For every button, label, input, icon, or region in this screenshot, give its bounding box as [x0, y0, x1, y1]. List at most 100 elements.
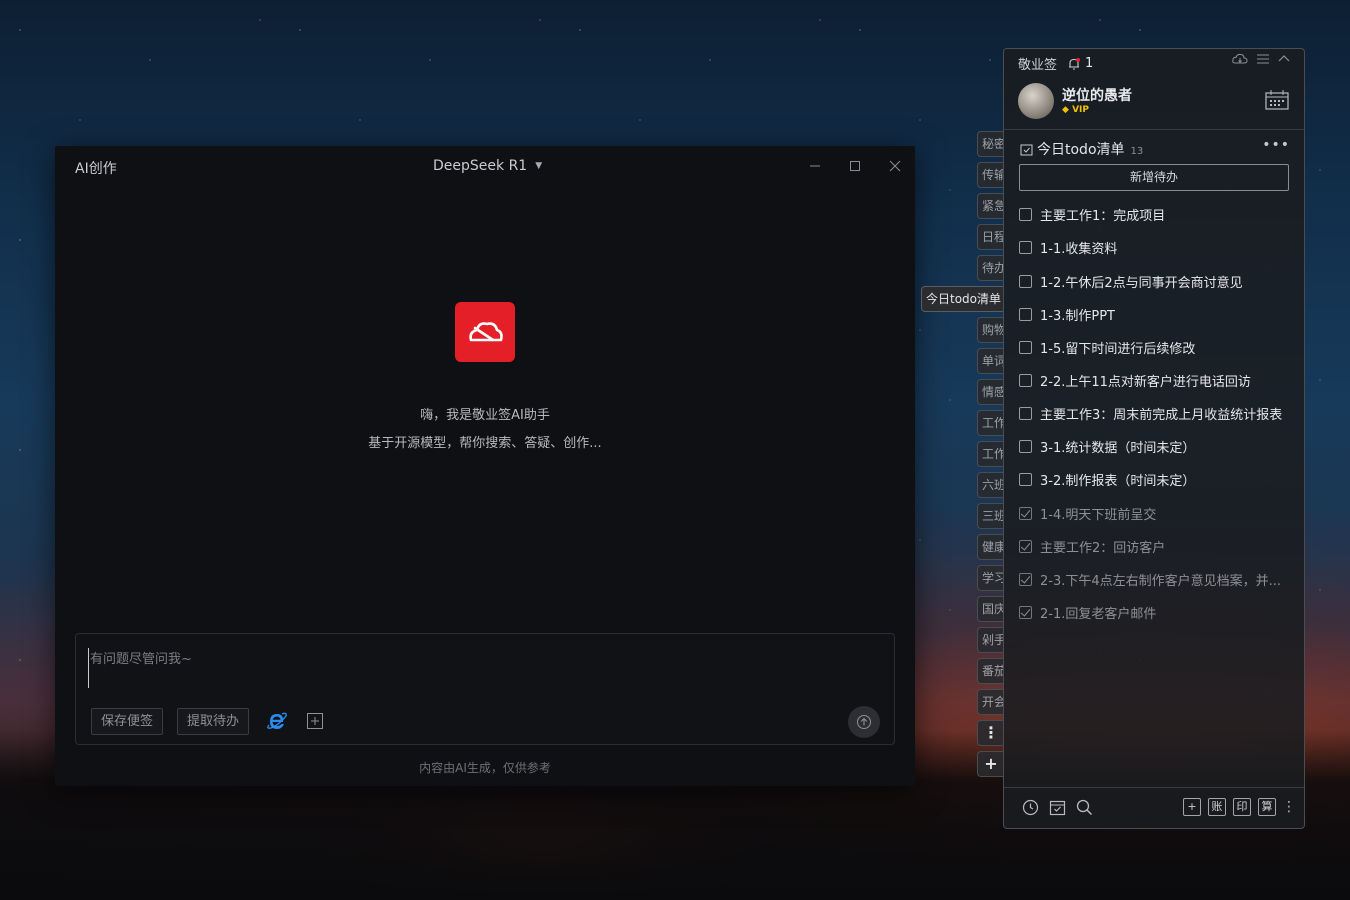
internet-explorer-icon: [267, 712, 287, 729]
todo-item-done[interactable]: 2-3.下午4点左右制作客户意见档案，并...: [1019, 570, 1281, 589]
todo-item[interactable]: 3-2.制作报表（时间未定）: [1019, 470, 1195, 489]
todo-item[interactable]: 2-2.上午11点对新客户进行电话回访: [1019, 371, 1251, 390]
todo-checkbox[interactable]: [1019, 308, 1032, 321]
search-button[interactable]: [1076, 797, 1093, 817]
category-tab[interactable]: 情感: [977, 379, 1004, 405]
todo-item[interactable]: 1-5.留下时间进行后续修改: [1019, 338, 1195, 357]
more-tools-button[interactable]: ⋮: [1282, 797, 1296, 817]
todo-checkbox[interactable]: [1019, 440, 1032, 453]
todo-item[interactable]: 1-2.午休后2点与同事开会商讨意见: [1019, 272, 1243, 291]
category-tab[interactable]: 单词: [977, 348, 1004, 374]
reminder-count: 1: [1085, 56, 1094, 71]
todo-checkbox-checked[interactable]: [1019, 540, 1032, 553]
add-todo-button[interactable]: 新增待办: [1019, 164, 1289, 191]
horizontal-dots-icon: •••: [1262, 137, 1290, 153]
category-tab[interactable]: 三班: [977, 503, 1004, 529]
todo-checkbox-checked[interactable]: [1019, 606, 1032, 619]
todo-checkbox[interactable]: [1019, 374, 1032, 387]
todo-item[interactable]: 1-3.制作PPT: [1019, 305, 1115, 324]
todo-text: 1-3.制作PPT: [1040, 309, 1115, 324]
todo-checkbox[interactable]: [1019, 275, 1032, 288]
category-tab[interactable]: 国庆: [977, 596, 1004, 622]
category-tab[interactable]: 健康: [977, 534, 1004, 560]
add-category-button[interactable]: +: [977, 751, 1004, 777]
category-tab[interactable]: 番茄: [977, 658, 1004, 684]
category-tab[interactable]: 秘密: [977, 131, 1004, 157]
category-tab-active[interactable]: 今日todo清单: [921, 286, 1004, 312]
extract-todo-button[interactable]: 提取待办: [177, 708, 250, 735]
prompt-input-box: 保存便签 提取待办: [75, 633, 895, 745]
category-tab[interactable]: 学习: [977, 565, 1004, 591]
done-list-button[interactable]: [1049, 797, 1066, 817]
calendar-check-icon: [1049, 800, 1066, 815]
more-tabs-button[interactable]: ⋮: [977, 720, 1004, 746]
category-tab[interactable]: 剁手: [977, 627, 1004, 653]
todo-text: 1-2.午休后2点与同事开会商讨意见: [1040, 276, 1243, 291]
category-tab[interactable]: 待办: [977, 255, 1004, 281]
maximize-button[interactable]: [841, 154, 869, 178]
bell-icon[interactable]: [1067, 57, 1081, 71]
add-attachment-button[interactable]: [304, 710, 326, 732]
category-tab[interactable]: 工作: [977, 441, 1004, 467]
arrow-up-icon: [857, 715, 871, 729]
panel-controls: [1232, 53, 1290, 65]
plus-box-icon: +: [1183, 798, 1201, 816]
todo-checkbox[interactable]: [1019, 208, 1032, 221]
todo-checkbox-checked[interactable]: [1019, 573, 1032, 586]
category-tab[interactable]: 传输: [977, 162, 1004, 188]
collapse-chevron-icon[interactable]: [1278, 53, 1290, 65]
calendar-button[interactable]: [1264, 89, 1290, 115]
list-more-button[interactable]: •••: [1262, 137, 1290, 153]
todo-text: 主要工作2：回访客户: [1040, 541, 1166, 556]
category-tab[interactable]: 开会: [977, 689, 1004, 715]
send-button[interactable]: [848, 706, 880, 738]
category-tab[interactable]: 日程: [977, 224, 1004, 250]
todo-text: 2-3.下午4点左右制作客户意见档案，并...: [1040, 574, 1282, 589]
ledger-button[interactable]: 账: [1208, 797, 1226, 817]
prompt-input[interactable]: [88, 648, 878, 688]
web-search-button[interactable]: [266, 710, 288, 732]
save-note-button[interactable]: 保存便签: [91, 708, 164, 735]
header-divider: [1004, 129, 1304, 130]
todo-item-done[interactable]: 主要工作2：回访客户: [1019, 537, 1165, 556]
todo-checkbox-checked[interactable]: [1019, 507, 1032, 520]
print-button[interactable]: 印: [1233, 797, 1251, 817]
todo-item[interactable]: 1-1.收集资料: [1019, 238, 1117, 257]
todo-checkbox[interactable]: [1019, 473, 1032, 486]
todo-item[interactable]: 主要工作3：周末前完成上月收益统计报表: [1019, 404, 1282, 423]
todo-text: 1-1.收集资料: [1040, 242, 1118, 257]
assistant-subtitle: 基于开源模型，帮你搜索、答疑、创作...: [368, 436, 602, 451]
list-title: 今日todo清单: [1037, 142, 1125, 158]
history-button[interactable]: [1022, 797, 1039, 817]
category-tab[interactable]: 工作: [977, 410, 1004, 436]
todo-checkbox[interactable]: [1019, 241, 1032, 254]
panel-header: 敬业签 1: [1018, 54, 1093, 73]
todo-text: 3-1.统计数据（时间未定）: [1040, 441, 1196, 456]
calculator-button[interactable]: 算: [1258, 797, 1276, 817]
todo-checkbox[interactable]: [1019, 341, 1032, 354]
app-logo: [455, 302, 515, 362]
checklist-icon: [1020, 144, 1033, 155]
category-tab[interactable]: 六班: [977, 472, 1004, 498]
clock-icon: [1022, 799, 1039, 815]
vip-label: VIP: [1072, 105, 1089, 115]
todo-checkbox[interactable]: [1019, 407, 1032, 420]
todo-item-done[interactable]: 2-1.回复老客户邮件: [1019, 603, 1156, 622]
todo-text: 2-2.上午11点对新客户进行电话回访: [1040, 375, 1251, 390]
todo-item[interactable]: 3-1.统计数据（时间未定）: [1019, 437, 1195, 456]
maximize-icon: [850, 161, 860, 171]
cloud-sync-icon[interactable]: [1232, 53, 1248, 65]
minimize-button[interactable]: [801, 154, 829, 178]
model-selector[interactable]: DeepSeek R1 ▼: [433, 158, 542, 174]
plus-square-icon: [307, 713, 323, 729]
close-button[interactable]: [881, 154, 909, 178]
category-tab[interactable]: 紧急: [977, 193, 1004, 219]
new-note-button[interactable]: +: [1183, 797, 1201, 817]
todo-list-header: 今日todo清单 13: [1020, 139, 1143, 159]
ai-creation-window: AI创作 DeepSeek R1 ▼ 嗨，我是敬业签AI助手 基于开源模型，帮你…: [55, 146, 915, 786]
todo-item[interactable]: 主要工作1：完成项目: [1019, 205, 1165, 224]
avatar[interactable]: [1018, 83, 1054, 119]
menu-icon[interactable]: [1256, 53, 1270, 65]
category-tab[interactable]: 购物: [977, 317, 1004, 343]
todo-item-done[interactable]: 1-4.明天下班前呈交: [1019, 504, 1156, 523]
